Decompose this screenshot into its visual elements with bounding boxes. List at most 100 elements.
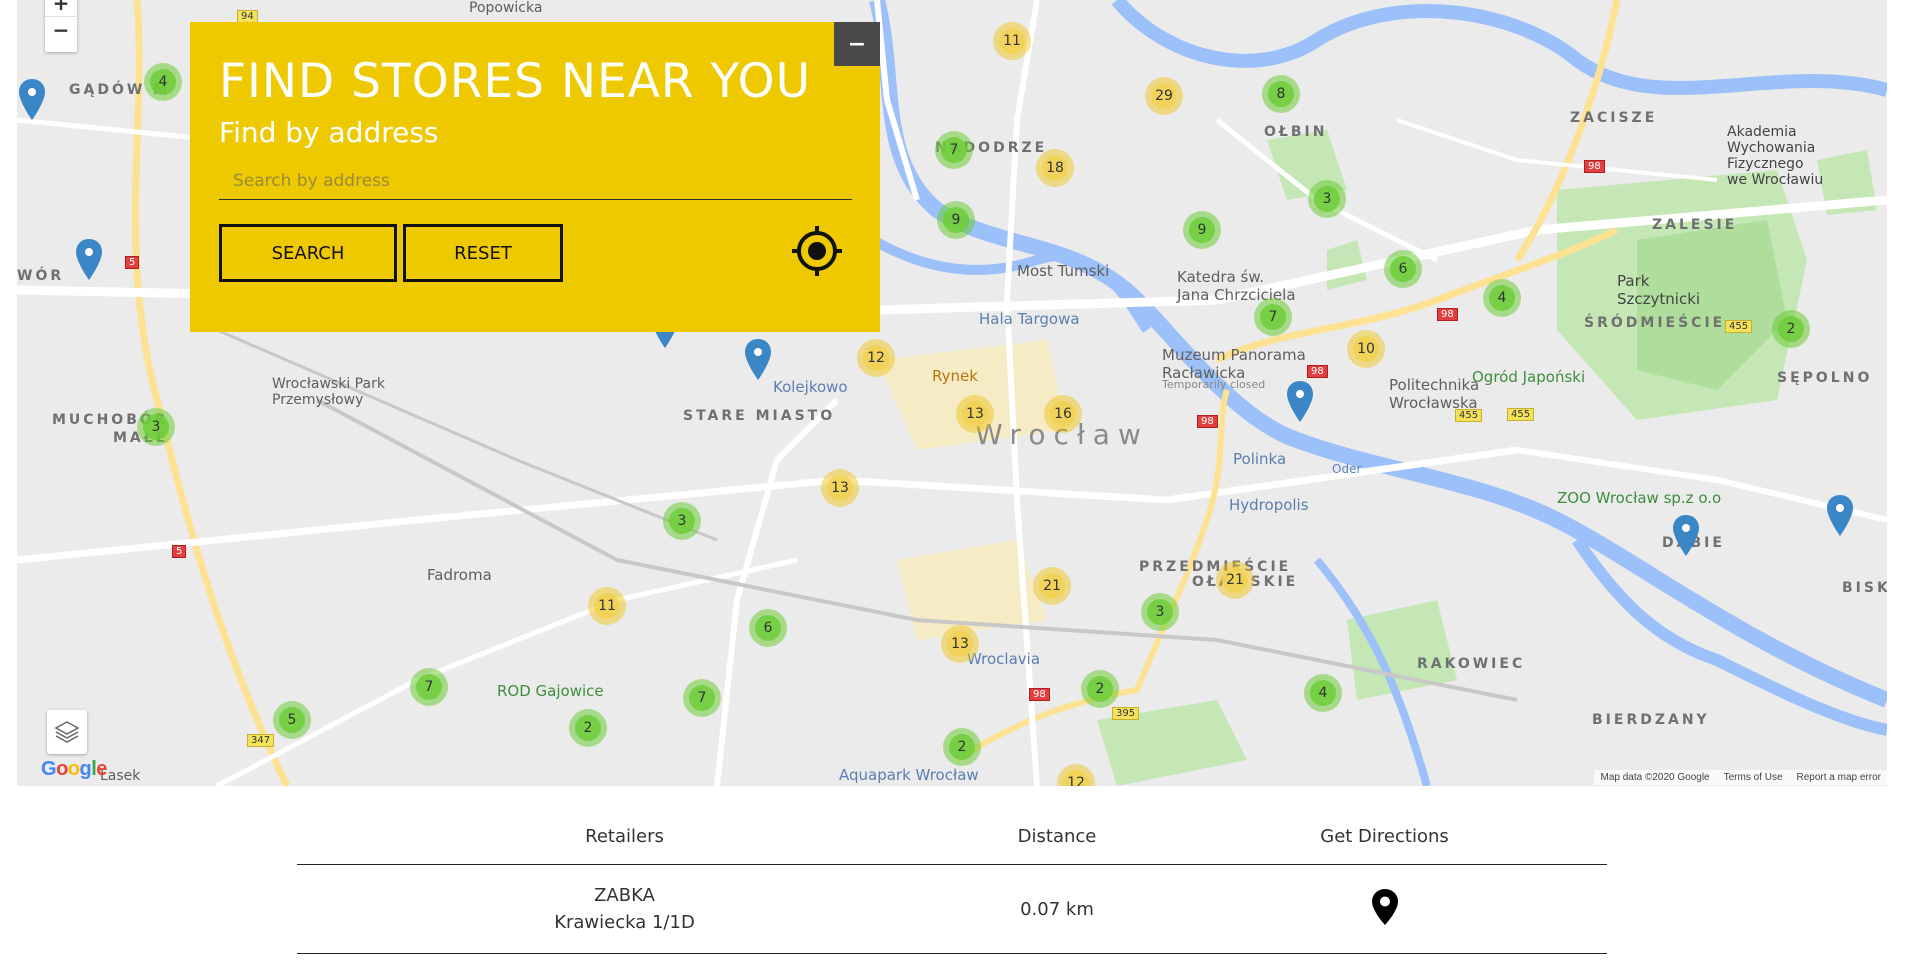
store-cluster[interactable]: 13 <box>821 469 859 507</box>
store-cluster[interactable]: 2 <box>1772 310 1810 348</box>
store-cluster[interactable]: 16 <box>1044 395 1082 433</box>
store-cluster[interactable]: 12 <box>857 339 895 377</box>
retailer-address: Krawiecka 1/1D <box>554 912 695 933</box>
store-cluster[interactable]: 4 <box>1483 279 1521 317</box>
store-search-panel: FIND STORES NEAR YOU Find by address SEA… <box>190 22 880 332</box>
map-label-biskupin: BISK <box>1842 580 1887 596</box>
map-label-wroclavia: Wroclavia <box>967 650 1041 668</box>
map-label-park: Wrocławski Park Przemysłowy <box>272 376 385 408</box>
road-badge: 395 <box>1112 707 1140 720</box>
locate-me-icon[interactable] <box>790 224 844 278</box>
distance-header: Distance <box>1017 825 1097 847</box>
map-label-rod: ROD Gajowice <box>497 682 604 700</box>
retailers-header: Retailers <box>585 825 664 847</box>
map-label-park-szczytnicki: Park Szczytnicki <box>1617 272 1701 308</box>
store-cluster[interactable]: 29 <box>1145 77 1183 115</box>
map-label-kolejkowo: Kolejkowo <box>773 378 848 396</box>
road-badge: 455 <box>1507 408 1535 421</box>
report-map-error-link[interactable]: Report a map error <box>1797 772 1881 783</box>
search-button[interactable]: SEARCH <box>219 224 397 282</box>
address-search-input[interactable] <box>219 162 852 200</box>
map-label-aquapark: Aquapark Wrocław <box>839 766 979 784</box>
store-pin-icon[interactable] <box>1285 380 1315 424</box>
store-cluster[interactable]: 13 <box>956 395 994 433</box>
store-cluster[interactable]: 5 <box>273 701 311 739</box>
map-label-zacisze: ZACISZE <box>1570 110 1658 126</box>
layers-icon <box>54 721 80 743</box>
road-badge: 98 <box>1029 688 1050 701</box>
store-cluster[interactable]: 11 <box>588 587 626 625</box>
store-cluster[interactable]: 6 <box>1384 250 1422 288</box>
store-cluster[interactable]: 4 <box>1304 674 1342 712</box>
store-pin-icon[interactable] <box>17 78 47 122</box>
map-label-bierdzany: BIERDZANY <box>1592 712 1710 728</box>
store-pin-icon[interactable] <box>74 238 104 282</box>
map-pin-icon[interactable] <box>1371 888 1399 926</box>
map-label-olbin: OŁBIN <box>1264 124 1328 140</box>
store-cluster[interactable]: 7 <box>410 668 448 706</box>
road-badge: 455 <box>1725 320 1753 333</box>
store-cluster[interactable]: 21 <box>1033 567 1071 605</box>
road-badge: 98 <box>1437 308 1458 321</box>
map-label-wor: WÓR <box>17 268 65 284</box>
road-badge: 347 <box>247 734 275 747</box>
map-label-przedmiescie: PRZEDMIEŚCIE <box>1139 559 1292 575</box>
map-label-zalesie: ZALESIE <box>1652 217 1738 233</box>
road-badge: 98 <box>1197 415 1218 428</box>
terms-of-use-link[interactable]: Terms of Use <box>1724 772 1783 783</box>
store-cluster[interactable]: 9 <box>1183 211 1221 249</box>
store-cluster[interactable]: 13 <box>941 625 979 663</box>
store-pin-icon[interactable] <box>1671 514 1701 558</box>
directions-header: Get Directions <box>1320 825 1449 847</box>
store-cluster[interactable]: 7 <box>1254 298 1292 336</box>
map-label-rakowiec: RAKOWIEC <box>1417 656 1526 672</box>
store-cluster[interactable]: 8 <box>1262 75 1300 113</box>
store-cluster[interactable]: 7 <box>683 679 721 717</box>
road-badge: 98 <box>1584 160 1605 173</box>
directions-cell <box>1162 888 1607 931</box>
store-cluster[interactable]: 2 <box>1081 670 1119 708</box>
retailer-name: ZABKA <box>594 885 655 906</box>
store-cluster[interactable]: 3 <box>1308 180 1346 218</box>
minimize-panel-button[interactable]: − <box>834 22 880 66</box>
map-label-polinka: Polinka <box>1233 450 1287 468</box>
panel-title: FIND STORES NEAR YOU <box>219 54 811 109</box>
distance-value: 0.07 km <box>1020 898 1094 920</box>
map-label-stare-miasto: STARE MIASTO <box>683 408 836 424</box>
map-label-hydropolis: Hydropolis <box>1229 496 1309 514</box>
store-pin-icon[interactable] <box>743 338 773 382</box>
store-cluster[interactable]: 11 <box>993 22 1031 60</box>
results-table: Retailers Distance Get Directions ZABKA … <box>297 808 1607 954</box>
road-badge: 455 <box>1455 409 1483 422</box>
road-badge: 98 <box>1307 365 1328 378</box>
road-badge: 5 <box>125 256 140 269</box>
store-cluster[interactable]: 4 <box>144 63 182 101</box>
store-cluster[interactable]: 6 <box>749 609 787 647</box>
store-cluster[interactable]: 2 <box>943 728 981 766</box>
map-label-fadroma: Fadroma <box>427 566 492 584</box>
zoom-out-button[interactable]: − <box>45 16 77 42</box>
road-badge: 5 <box>172 545 187 558</box>
map-label-ogrod: Ogród Japoński <box>1472 368 1586 386</box>
map-attribution: Map data ©2020 Google Terms of Use Repor… <box>1594 770 1887 785</box>
store-cluster[interactable]: 3 <box>1141 593 1179 631</box>
map-layers-button[interactable] <box>47 710 87 754</box>
store-cluster[interactable]: 9 <box>937 201 975 239</box>
store-cluster[interactable]: 3 <box>137 408 175 446</box>
store-cluster[interactable]: 7 <box>935 131 973 169</box>
retailer-cell: ZABKA Krawiecka 1/1D <box>297 882 952 936</box>
store-cluster[interactable]: 2 <box>569 709 607 747</box>
zoom-in-button[interactable]: + <box>45 0 77 16</box>
map-label-panorama: Muzeum Panorama Racławicka <box>1162 346 1306 382</box>
table-row: ZABKA Krawiecka 1/1D 0.07 km <box>297 865 1607 954</box>
store-cluster[interactable]: 21 <box>1216 561 1254 599</box>
store-cluster[interactable]: 18 <box>1036 149 1074 187</box>
map-label-most: Most Tumski <box>1017 262 1110 280</box>
store-cluster[interactable]: 3 <box>663 502 701 540</box>
map-label-temp-closed: Temporarily closed <box>1162 378 1266 391</box>
store-pin-icon[interactable] <box>1825 494 1855 538</box>
panel-subtitle: Find by address <box>219 116 439 149</box>
store-cluster[interactable]: 10 <box>1347 330 1385 368</box>
map-label-oder: Oder <box>1332 462 1362 476</box>
reset-button[interactable]: RESET <box>403 224 563 282</box>
